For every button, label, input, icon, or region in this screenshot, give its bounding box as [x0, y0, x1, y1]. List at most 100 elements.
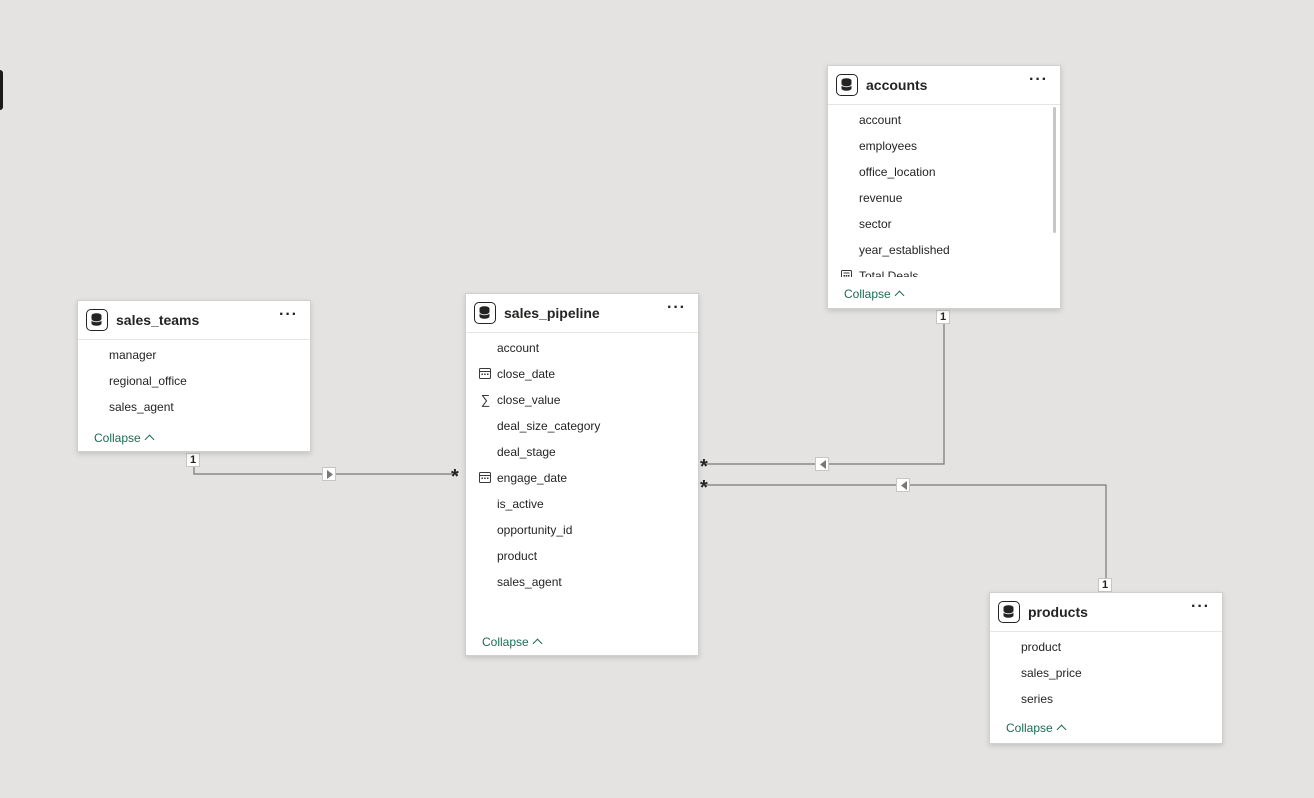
table-title: products	[1028, 604, 1088, 620]
chevron-up-icon	[894, 290, 905, 301]
field-item[interactable]: year_established	[828, 237, 1060, 263]
relationship-line-products[interactable]	[706, 484, 1107, 578]
table-icon	[86, 309, 108, 331]
sigma-icon: ∑	[480, 392, 491, 407]
table-card-sales-teams[interactable]: sales_teams ··· manager regional_office …	[77, 300, 311, 452]
chevron-up-icon	[144, 434, 155, 445]
field-list: product sales_price series	[990, 634, 1222, 712]
collapse-link[interactable]: Collapse	[482, 635, 543, 649]
filter-direction-arrow-products[interactable]	[896, 478, 910, 492]
field-item[interactable]: close_date	[466, 361, 698, 387]
chevron-up-icon	[1056, 724, 1067, 735]
collapse-link[interactable]: Collapse	[1006, 721, 1067, 735]
field-list: account close_date ∑ close_value deal_si…	[466, 335, 698, 595]
field-item[interactable]: Total Deals	[828, 263, 1060, 277]
collapse-label: Collapse	[94, 431, 141, 445]
collapse-link[interactable]: Collapse	[94, 431, 155, 445]
table-icon	[836, 74, 858, 96]
table-title: sales_pipeline	[504, 305, 600, 321]
filter-direction-arrow-sales-teams[interactable]	[322, 467, 336, 481]
field-item[interactable]: opportunity_id	[466, 517, 698, 543]
field-name: opportunity_id	[497, 523, 573, 537]
triangle-left-icon	[901, 481, 907, 490]
field-name: revenue	[859, 191, 903, 205]
collapse-label: Collapse	[1006, 721, 1053, 735]
collapse-label: Collapse	[482, 635, 529, 649]
field-item[interactable]: product	[466, 543, 698, 569]
more-options-button[interactable]: ···	[1191, 598, 1210, 616]
field-item[interactable]: manager	[78, 342, 310, 368]
cardinality-many-accounts: *	[700, 456, 708, 478]
field-name: engage_date	[497, 471, 568, 485]
triangle-right-icon	[327, 470, 333, 479]
collapse-label: Collapse	[844, 287, 891, 301]
table-title: sales_teams	[116, 312, 200, 328]
field-item[interactable]: regional_office	[78, 368, 310, 394]
table-card-accounts[interactable]: accounts ··· account employees office_lo…	[827, 65, 1061, 309]
table-title: accounts	[866, 77, 928, 93]
field-name: sales_agent	[497, 575, 562, 589]
field-name: product	[497, 549, 538, 563]
field-name: sector	[859, 217, 892, 231]
field-item[interactable]: product	[990, 634, 1222, 660]
field-item[interactable]: ∑ close_value	[466, 387, 698, 413]
relationship-line-accounts[interactable]	[706, 323, 945, 465]
table-header[interactable]: sales_pipeline ···	[466, 294, 698, 333]
table-card-sales-pipeline[interactable]: sales_pipeline ··· account close_date ∑ …	[465, 293, 699, 656]
field-item[interactable]: account	[466, 335, 698, 361]
field-item[interactable]: is_active	[466, 491, 698, 517]
table-icon	[998, 601, 1020, 623]
cardinality-one-products: 1	[1098, 578, 1113, 592]
field-name: product	[1021, 640, 1062, 654]
field-name: account	[859, 113, 902, 127]
chevron-up-icon	[532, 638, 543, 649]
triangle-left-icon	[820, 460, 826, 469]
collapse-link[interactable]: Collapse	[844, 287, 905, 301]
table-header[interactable]: accounts ···	[828, 66, 1060, 105]
field-item[interactable]: office_location	[828, 159, 1060, 185]
field-item[interactable]: sector	[828, 211, 1060, 237]
field-name: office_location	[859, 165, 936, 179]
field-item[interactable]: engage_date	[466, 465, 698, 491]
field-name: series	[1021, 692, 1054, 706]
calendar-icon	[479, 361, 492, 387]
field-name: close_date	[497, 367, 556, 381]
more-options-button[interactable]: ···	[1029, 71, 1048, 89]
table-header[interactable]: sales_teams ···	[78, 301, 310, 340]
cardinality-many-sales-teams: *	[451, 466, 459, 488]
more-options-button[interactable]: ···	[279, 306, 298, 324]
field-name: year_established	[859, 243, 950, 257]
field-item[interactable]: deal_stage	[466, 439, 698, 465]
field-name: Total Deals	[859, 269, 919, 277]
table-card-products[interactable]: products ··· product sales_price series …	[989, 592, 1223, 744]
calendar-icon	[479, 465, 492, 491]
field-name: deal_size_category	[497, 419, 601, 433]
field-item[interactable]: series	[990, 686, 1222, 712]
field-name: sales_agent	[109, 400, 174, 414]
field-item[interactable]: deal_size_category	[466, 413, 698, 439]
field-name: regional_office	[109, 374, 187, 388]
measure-icon	[841, 263, 854, 277]
field-list: account employees office_location revenu…	[828, 107, 1060, 277]
field-item[interactable]: sales_price	[990, 660, 1222, 686]
field-name: close_value	[497, 393, 561, 407]
field-item[interactable]: account	[828, 107, 1060, 133]
cardinality-one-accounts: 1	[936, 310, 951, 324]
more-options-button[interactable]: ···	[667, 299, 686, 317]
model-canvas[interactable]: 1 * 1 * 1 * sales_teams ··· manager regi…	[0, 0, 1314, 798]
field-list-scrollbar[interactable]	[1053, 107, 1056, 233]
field-name: deal_stage	[497, 445, 556, 459]
table-icon	[474, 302, 496, 324]
field-item[interactable]: sales_agent	[78, 394, 310, 420]
field-name: employees	[859, 139, 918, 153]
field-name: account	[497, 341, 540, 355]
canvas-edge-marker	[0, 70, 3, 110]
filter-direction-arrow-accounts[interactable]	[815, 457, 829, 471]
field-item[interactable]: sales_agent	[466, 569, 698, 595]
table-header[interactable]: products ···	[990, 593, 1222, 632]
field-name: sales_price	[1021, 666, 1082, 680]
field-name: is_active	[497, 497, 544, 511]
field-item[interactable]: revenue	[828, 185, 1060, 211]
cardinality-many-products: *	[700, 477, 708, 499]
field-item[interactable]: employees	[828, 133, 1060, 159]
